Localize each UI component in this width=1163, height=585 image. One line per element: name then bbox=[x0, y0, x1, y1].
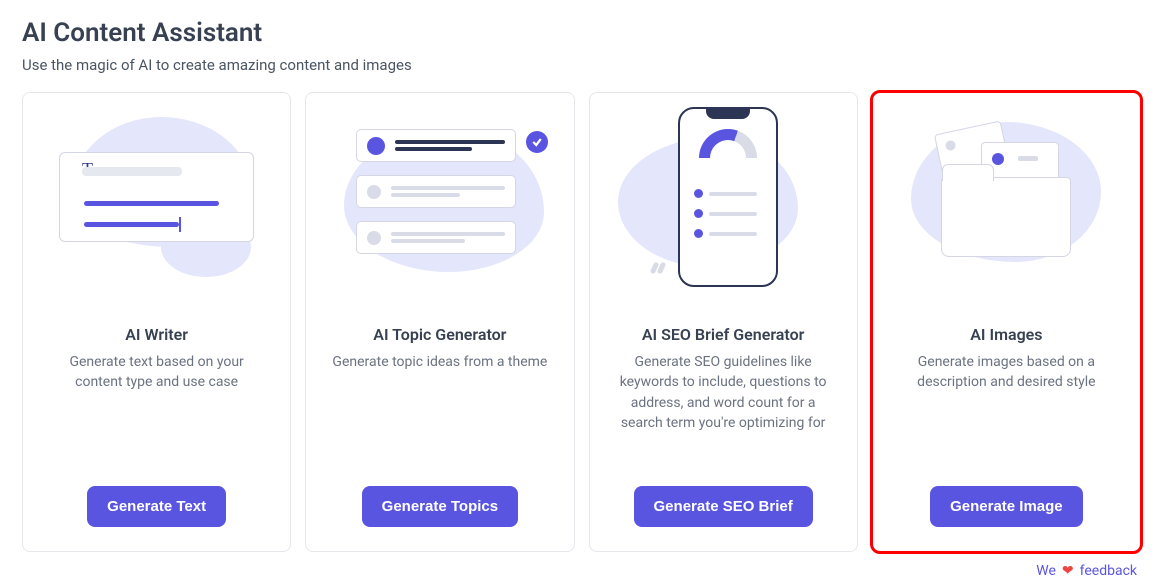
topic-illustration bbox=[324, 107, 555, 297]
card-title: AI SEO Brief Generator bbox=[642, 325, 805, 344]
check-icon bbox=[526, 131, 548, 153]
page-subtitle: Use the magic of AI to create amazing co… bbox=[22, 56, 1141, 74]
card-title: AI Writer bbox=[125, 325, 188, 344]
generate-topics-button[interactable]: Generate Topics bbox=[362, 486, 518, 527]
card-description: Generate images based on a description a… bbox=[891, 352, 1122, 474]
card-ai-seo-brief-generator: AI SEO Brief Generator Generate SEO guid… bbox=[589, 92, 858, 552]
card-title: AI Images bbox=[970, 325, 1042, 344]
card-description: Generate text based on your content type… bbox=[41, 352, 272, 474]
card-description: Generate topic ideas from a theme bbox=[328, 352, 551, 474]
feedback-suffix: feedback bbox=[1080, 563, 1137, 579]
generate-image-button[interactable]: Generate Image bbox=[930, 486, 1083, 527]
generate-seo-brief-button[interactable]: Generate SEO Brief bbox=[634, 486, 813, 527]
card-title: AI Topic Generator bbox=[373, 325, 506, 344]
card-description: Generate SEO guidelines like keywords to… bbox=[608, 352, 839, 474]
page-title: AI Content Assistant bbox=[22, 18, 1141, 48]
generate-text-button[interactable]: Generate Text bbox=[87, 486, 226, 527]
feedback-prefix: We bbox=[1036, 563, 1056, 579]
heart-icon: ❤ bbox=[1062, 563, 1074, 579]
images-illustration bbox=[891, 107, 1122, 297]
card-ai-images: AI Images Generate images based on a des… bbox=[872, 92, 1141, 552]
cards-container: T AI Writer Generate text based on your … bbox=[22, 92, 1141, 552]
writer-illustration: T bbox=[41, 107, 272, 297]
card-ai-writer: T AI Writer Generate text based on your … bbox=[22, 92, 291, 552]
seo-illustration bbox=[608, 107, 839, 297]
card-ai-topic-generator: AI Topic Generator Generate topic ideas … bbox=[305, 92, 574, 552]
feedback-link[interactable]: We ❤ feedback bbox=[1036, 563, 1137, 579]
